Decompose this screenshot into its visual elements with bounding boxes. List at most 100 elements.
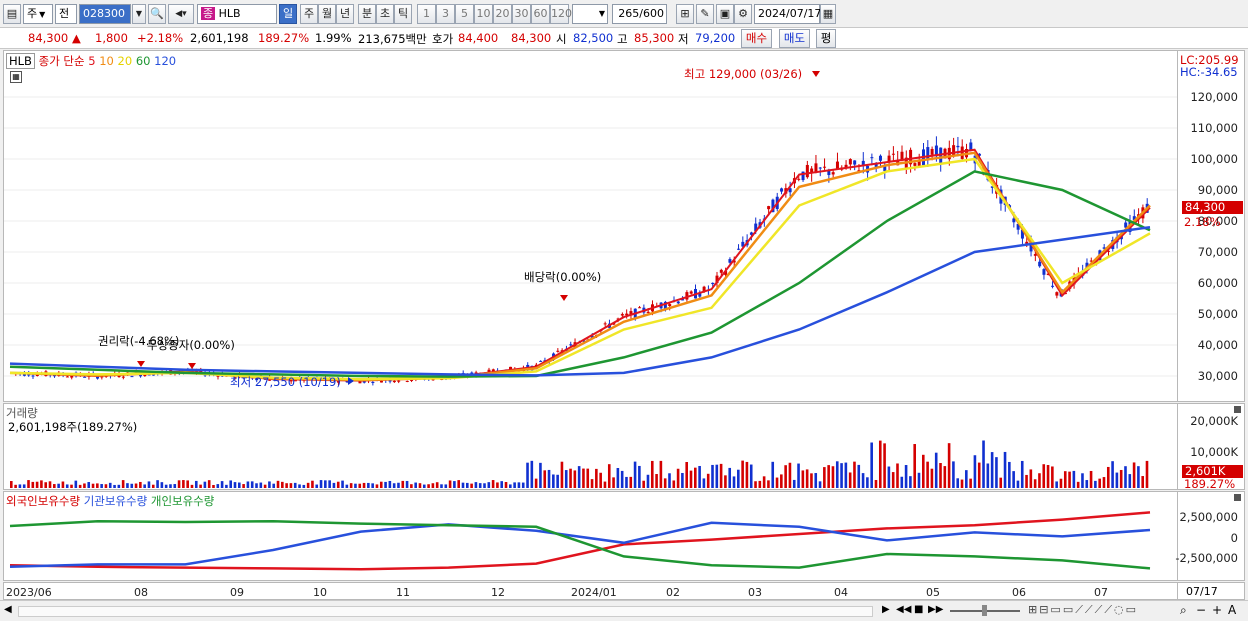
period-tab[interactable]: 일 [279,4,297,24]
high-label: 고 [617,32,628,46]
volume-bar [371,483,374,488]
volume-bar [410,484,413,488]
zoom-out-icon[interactable]: − [1196,603,1206,617]
interval-tab[interactable]: 120 [550,4,572,24]
volume-bar [306,482,310,488]
period-tab[interactable]: 년 [336,4,354,24]
chart-tool-icon[interactable]: ⊞ [676,4,694,24]
candle-body [620,314,624,316]
price-tick: 30,000 [1197,369,1238,383]
holdings-chart[interactable]: 외국인보유수량 기관보유수량 개인보유수량 [3,491,1178,581]
price-tick: 90,000 [1197,183,1238,197]
window-menu-icon[interactable]: ▤ [3,4,21,24]
gear-icon[interactable]: ⚙ [734,4,752,24]
volume-bar [685,461,688,488]
stock-code-input[interactable]: 028300 [79,4,131,24]
count-field[interactable]: 265/600 [612,4,667,24]
stock-type-badge: 종 [201,7,216,20]
rewind-icon[interactable]: ◀◀ [896,604,911,615]
code-dropdown-icon[interactable]: ▼ [132,4,146,24]
date-input[interactable]: 2024/07/17 [754,4,821,24]
period-tab[interactable]: 초 [376,4,394,24]
price-chart[interactable]: HLB 종가 단순 5 10 20 60 120 ▦ 최고 129,000 (0… [3,50,1178,402]
fast-forward-icon[interactable]: ▶▶ [928,604,943,615]
volume-bar [659,460,663,488]
prev-select[interactable]: 전 [55,4,77,24]
interval-tab[interactable]: 3 [436,4,455,24]
scroll-right-icon[interactable]: ▶ [882,604,890,615]
volume-bar [965,470,968,488]
holdings-tick: 2,500,000 [1179,510,1238,524]
volume-bar [694,467,697,488]
volume-bar [547,469,551,488]
buy-button[interactable]: 매수 [741,29,772,48]
chart-tools-icons[interactable]: ⊞⊟▭▭⟋⟋⟋⟋◌▭ [1028,603,1138,617]
interval-tab[interactable]: 1 [417,4,436,24]
market-select[interactable]: 주 ▼ [23,4,53,24]
stock-name-field[interactable]: 종 HLB [197,4,277,24]
volume-bar [960,479,964,488]
draw-tool-icon[interactable]: ✎ [696,4,714,24]
volume-bar [164,484,168,488]
pane-close-icon[interactable] [1234,406,1241,413]
volume-bar [281,481,284,488]
period-tab[interactable]: 월 [318,4,336,24]
volume-bar [229,480,232,488]
volume-bar [977,462,981,488]
volume-bar [379,481,383,488]
interval-tab[interactable]: 10 [474,4,493,24]
price-tick: 50,000 [1197,307,1238,321]
price-tick: 60,000 [1197,276,1238,290]
volume-bar [732,476,736,488]
volume-bar [1106,466,1110,488]
volume-bar [715,464,719,488]
volume-bar [1145,460,1149,488]
candle-body [83,376,87,378]
save-icon[interactable]: ▣ [716,4,734,24]
volume-chart[interactable]: 거래량 2,601,198주(189.27%) [3,403,1178,490]
candle-body [121,376,125,378]
calendar-icon[interactable]: ▦ [820,4,836,24]
volume-bar [1020,460,1024,488]
volume-ratio: 189.27% [258,31,310,45]
volume-bar [22,484,26,488]
legend-individual: 개인보유수량 [150,494,215,508]
zoom-in-icon[interactable]: + [1212,603,1222,617]
volume-bar [754,481,757,488]
volume-bar [780,474,783,488]
volume-bar [151,484,155,488]
pane-close-icon[interactable] [1234,494,1241,501]
horizontal-scrollbar[interactable] [18,606,873,617]
zoom-slider-handle[interactable] [982,605,987,616]
grid-icon[interactable]: ▦ [10,71,22,83]
volume-bar [1072,470,1076,488]
interval-tab[interactable]: 20 [493,4,512,24]
interval-tab[interactable]: 30 [512,4,531,24]
volume-bar [706,473,710,488]
volume-bar [345,484,349,488]
stop-icon[interactable]: ■ [914,604,923,615]
volume-bar [487,482,491,488]
search-icon[interactable]: 🔍 [148,4,166,24]
volume-bar [1098,478,1101,488]
zoom-search-icon[interactable]: ⌕ [1180,603,1187,618]
interval-custom-select[interactable]: ▼ [572,4,608,24]
average-button[interactable]: 평 [816,29,836,48]
volume-bar [986,463,990,488]
volume-bar [147,481,151,488]
volume-bar [1068,471,1071,488]
interval-tab[interactable]: 5 [455,4,474,24]
volume-bar [896,463,899,488]
holdings-tick: -2,500,000 [1175,551,1238,565]
period-tab[interactable]: 틱 [394,4,412,24]
interval-tab[interactable]: 60 [531,4,550,24]
sell-button[interactable]: 매도 [779,29,810,48]
period-tab[interactable]: 주 [300,4,318,24]
quote-bar: 84,300 ▲ 1,800 +2.18% 2,601,198 189.27% … [0,28,1248,49]
volume-bar [186,480,189,488]
period-tab[interactable]: 분 [358,4,376,24]
speaker-icon[interactable]: ◀▾ [168,4,194,24]
scroll-left-icon[interactable]: ◀ [4,604,12,615]
holdings-tick: 0 [1230,531,1238,545]
font-size-icon[interactable]: A [1228,603,1236,617]
